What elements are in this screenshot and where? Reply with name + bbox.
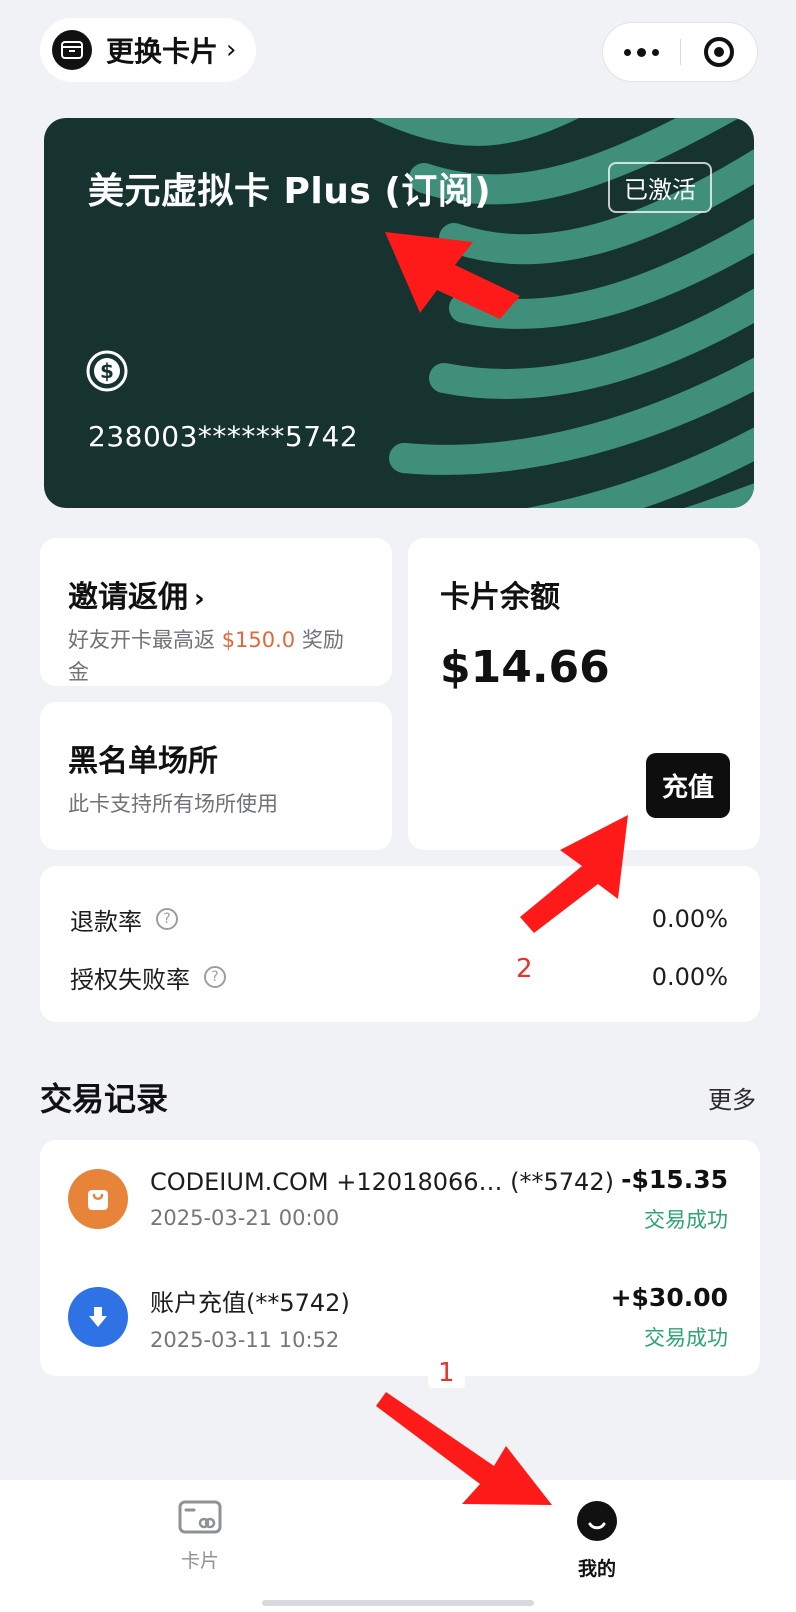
transaction-info: 账户充值(**5742) 2025-03-11 10:52 [150, 1283, 601, 1352]
invite-rebate-tile[interactable]: 邀请返佣 › 好友开卡最高返 $150.0 奖励金 [40, 538, 392, 686]
help-icon[interactable]: ? [156, 908, 178, 930]
annotation-label-1: 1 [428, 1358, 465, 1388]
home-indicator [262, 1600, 534, 1606]
blacklist-merchants-tile[interactable]: 黑名单场所 此卡支持所有场所使用 [40, 702, 392, 850]
transaction-summary: -$15.35 交易成功 [621, 1165, 728, 1234]
wallet-icon [52, 30, 92, 70]
transaction-info: CODEIUM.COM +12018066… (**5742) 2025-03-… [150, 1168, 614, 1230]
chevron-right-icon: › [194, 584, 205, 614]
topup-button[interactable]: 充值 [645, 753, 730, 818]
bottom-tab-bar: 卡片 我的 [0, 1480, 796, 1612]
transaction-date: 2025-03-11 10:52 [150, 1327, 340, 1352]
refund-rate-label: 退款率 [70, 907, 142, 936]
target-close-icon[interactable] [681, 37, 758, 67]
shopping-bag-icon [68, 1169, 128, 1229]
blacklist-description: 此卡支持所有场所使用 [68, 792, 278, 816]
transaction-row[interactable]: CODEIUM.COM +12018066… (**5742) 2025-03-… [68, 1140, 728, 1258]
transactions-title: 交易记录 [40, 1080, 169, 1118]
rates-panel: 退款率 ? 0.00% 授权失败率 ? 0.00% [40, 866, 760, 1022]
chevron-right-icon: › [226, 35, 237, 65]
transaction-date: 2025-03-21 00:00 [150, 1206, 340, 1230]
transaction-amount: -$15.35 [621, 1164, 728, 1194]
mini-program-capsule [602, 22, 758, 82]
blacklist-title: 黑名单场所 [68, 744, 218, 779]
auth-fail-rate-value: 0.00% [651, 963, 728, 991]
refund-rate-row: 退款率 ? 0.00% [70, 890, 728, 948]
transactions-more-link[interactable]: 更多 [708, 1080, 756, 1115]
card-icon [140, 1500, 260, 1538]
invite-description: 好友开卡最高返 $150.0 奖励金 [68, 624, 364, 688]
transaction-amount: +$30.00 [610, 1282, 728, 1312]
card-status-badge: 已激活 [608, 162, 712, 213]
invite-reward-amount: $150.0 [221, 628, 296, 652]
transaction-status: 交易成功 [644, 1207, 728, 1232]
card-balance-tile: 卡片余额 $14.66 充值 [408, 538, 760, 850]
more-dots-icon[interactable] [603, 47, 680, 57]
invite-desc-before: 好友开卡最高返 [68, 628, 222, 652]
transaction-row[interactable]: 账户充值(**5742) 2025-03-11 10:52 +$30.00 交易… [68, 1258, 728, 1376]
invite-title: 邀请返佣 [68, 580, 188, 615]
auth-fail-rate-label: 授权失败率 [70, 965, 190, 994]
transaction-summary: +$30.00 交易成功 [611, 1283, 728, 1352]
invite-title-row: 邀请返佣 › [68, 572, 364, 616]
download-arrow-icon [68, 1287, 128, 1347]
transactions-list: CODEIUM.COM +12018066… (**5742) 2025-03-… [40, 1140, 760, 1376]
svg-text:$: $ [100, 359, 114, 383]
transaction-merchant: 账户充值(**5742) [150, 1288, 350, 1317]
auth-fail-rate-row: 授权失败率 ? 0.00% [70, 948, 728, 1006]
transaction-status: 交易成功 [644, 1325, 728, 1350]
virtual-card[interactable]: 美元虚拟卡 Plus (订阅) 已激活 $ 238003******5742 [44, 118, 754, 508]
refund-rate-value: 0.00% [651, 905, 728, 933]
balance-amount: $14.66 [440, 642, 610, 693]
card-number: 238003******5742 [88, 420, 359, 453]
tab-mine-label: 我的 [577, 1558, 616, 1580]
help-icon[interactable]: ? [204, 966, 226, 988]
transaction-merchant: CODEIUM.COM +12018066… (**5742) [150, 1168, 614, 1196]
dollar-coin-icon: $ [86, 350, 128, 396]
smile-face-icon [537, 1500, 657, 1546]
tab-card[interactable]: 卡片 [140, 1500, 260, 1573]
tab-card-label: 卡片 [180, 1550, 219, 1572]
balance-title: 卡片余额 [440, 580, 560, 615]
tab-mine[interactable]: 我的 [537, 1500, 657, 1581]
card-name: 美元虚拟卡 Plus (订阅) [88, 171, 492, 212]
switch-card-label: 更换卡片 [106, 35, 219, 68]
page: 更换卡片 › 美元虚拟卡 Plus (订阅) 已激活 $ 238003*****… [0, 0, 796, 1612]
annotation-label-2: 2 [516, 954, 533, 984]
switch-card-button[interactable]: 更换卡片 › [40, 18, 257, 82]
